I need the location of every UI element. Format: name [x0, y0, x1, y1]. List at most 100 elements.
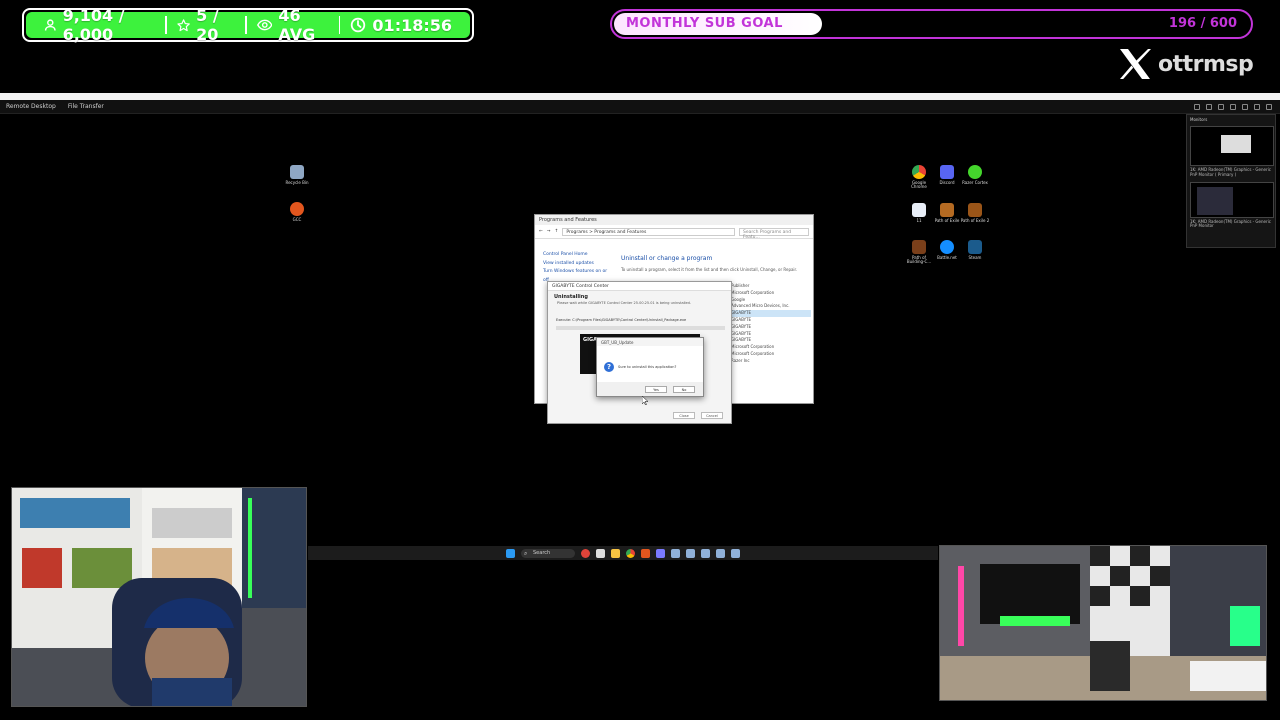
link-control-panel-home[interactable]: Control Panel Home	[543, 251, 613, 260]
tab-file-transfer[interactable]: File Transfer	[68, 103, 104, 110]
list-item[interactable]: Microsoft Corporation	[731, 351, 811, 358]
monitor-thumb-window	[1221, 135, 1251, 153]
viewers-stat: 46 AVG	[247, 6, 339, 44]
back-arrow-icon[interactable]: ←	[539, 229, 543, 234]
window-title: Programs and Features	[535, 215, 813, 225]
desktop-icon-poe2[interactable]: Path of Exile 2	[960, 203, 990, 223]
app-icon[interactable]	[671, 548, 680, 558]
list-item[interactable]: Razer Inc	[731, 358, 811, 365]
desktop-icon-label: Battle.net	[937, 255, 957, 260]
desktop-icon-label: Path of Building-C...	[906, 255, 932, 265]
desktop-icon-chrome[interactable]: Google Chrome	[904, 165, 934, 190]
yes-button[interactable]: Yes	[645, 385, 667, 393]
app-icon[interactable]	[731, 548, 740, 558]
facecam	[11, 487, 307, 707]
app-icon[interactable]	[716, 548, 725, 558]
monitors-panel: Monitors 1K: AMD Radeon(TM) Graphics - G…	[1186, 114, 1276, 248]
monitor-thumb-secondary[interactable]	[1190, 181, 1274, 218]
page-subtext: To uninstall a program, select it from t…	[621, 267, 798, 272]
stats-inner: 9,104 / 6,000 5 / 20 46 AVG 01:18:56	[26, 6, 470, 44]
desktop-icon-gcc[interactable]: GCC	[282, 202, 312, 222]
display-icon[interactable]	[1206, 103, 1212, 110]
desktop-icon-label: Path of Exile	[934, 218, 960, 223]
list-item[interactable]: Advanced Micro Devices, Inc.	[731, 303, 811, 310]
monitor-caption: 1K: AMD Radeon(TM) Graphics - Generic Pn…	[1190, 167, 1271, 177]
no-button[interactable]: No	[673, 385, 695, 393]
up-arrow-icon[interactable]: ↑	[555, 229, 559, 234]
chrome-icon[interactable]	[626, 548, 635, 558]
app-icon[interactable]	[581, 548, 590, 558]
banner-text: GIGA	[583, 337, 597, 343]
uninstaller-buttons: Close Cancel	[673, 412, 723, 419]
start-icon[interactable]	[506, 548, 515, 558]
address-row: ← → ↑ Programs > Programs and Features S…	[535, 225, 813, 240]
link-installed-updates[interactable]: View installed updates	[543, 260, 613, 269]
recycle-bin-icon	[290, 165, 304, 179]
list-item[interactable]: GIGABYTE	[731, 317, 811, 324]
list-item[interactable]: GIGABYTE	[731, 310, 811, 317]
sub-goal-count: 196 / 600	[1168, 16, 1237, 31]
fullscreen-icon[interactable]	[1266, 103, 1272, 110]
desktop-icon-recycle-bin[interactable]: Recycle Bin	[282, 165, 312, 185]
monitor-thumb-window	[1197, 186, 1233, 215]
forward-arrow-icon[interactable]: →	[547, 229, 551, 234]
record-icon[interactable]	[1254, 103, 1260, 110]
remote-desktop-toolbar: Remote Desktop File Transfer	[0, 100, 1280, 114]
taskbar-search[interactable]: ⌕ Search	[521, 548, 575, 558]
desktop-icon-steam[interactable]: Steam	[960, 240, 990, 260]
monitor-thumb-primary[interactable]	[1190, 126, 1274, 166]
chat-icon[interactable]	[1242, 103, 1248, 110]
cancel-button[interactable]: Cancel	[701, 412, 723, 419]
app-icon[interactable]	[596, 548, 605, 558]
uptime-value: 01:18:56	[372, 15, 453, 35]
desktop-icon-discord[interactable]: Discord	[932, 165, 962, 185]
chrome-icon	[912, 165, 926, 179]
tab-remote-desktop[interactable]: Remote Desktop	[6, 103, 56, 110]
desktop-icon-label: Steam	[968, 255, 982, 260]
folder-icon[interactable]	[611, 548, 620, 558]
remote-desktop-titlebar	[0, 93, 1280, 100]
list-item[interactable]: Microsoft Corporation	[731, 344, 811, 351]
stream-stats-bar: 9,104 / 6,000 5 / 20 46 AVG 01:18:56	[22, 6, 474, 44]
list-item[interactable]: Google	[731, 297, 811, 304]
desktop-icon-pob[interactable]: Path of Building-C...	[904, 240, 934, 265]
followers-value: 9,104 / 6,000	[62, 6, 125, 44]
list-item[interactable]: Microsoft Corporation	[731, 290, 811, 297]
list-item[interactable]: Publisher	[731, 283, 811, 290]
avg-viewers-value: 46 AVG	[278, 6, 316, 44]
social-handle-text: ottrmsp	[1158, 51, 1254, 77]
app-icon[interactable]	[701, 548, 710, 558]
monitor-caption: 1K: AMD Radeon(TM) Graphics - Generic Pn…	[1190, 218, 1271, 229]
app-icon[interactable]	[686, 548, 695, 558]
desktop-icon-file[interactable]: 11	[904, 203, 934, 223]
toolbar-actions	[1194, 103, 1280, 110]
settings-icon[interactable]	[1230, 103, 1236, 110]
question-icon: ?	[604, 362, 614, 372]
gcc-icon[interactable]	[641, 548, 650, 558]
program-list: Publisher Microsoft Corporation Google A…	[731, 283, 811, 365]
info-icon[interactable]	[1194, 103, 1200, 110]
list-item[interactable]: GIGABYTE	[731, 324, 811, 331]
keyboard-icon[interactable]	[1218, 103, 1224, 110]
list-item[interactable]: GIGABYTE	[731, 337, 811, 344]
desktop-icon-label: Razer Cortex	[962, 180, 988, 185]
dialog-title: GBT_UB_Update	[597, 338, 703, 346]
poe-icon	[940, 203, 954, 217]
desktop-icon-poe[interactable]: Path of Exile	[932, 203, 962, 223]
desktop-icon-label: 11	[916, 218, 922, 223]
gcc-icon	[290, 202, 304, 216]
uninstall-progress	[556, 326, 725, 330]
followers-stat: 9,104 / 6,000	[34, 6, 165, 44]
desktop-icon-battlenet[interactable]: Battle.net	[932, 240, 962, 260]
uninstaller-path: Execute: C:\Program Files\GIGABYTE\Contr…	[556, 318, 687, 322]
pob-icon	[912, 240, 926, 254]
desktop-icon-razer[interactable]: Razer Cortex	[960, 165, 990, 185]
clock-icon	[351, 17, 366, 33]
app-icon[interactable]	[656, 548, 665, 558]
address-bar[interactable]: Programs > Programs and Features	[562, 227, 735, 236]
close-button[interactable]: Close	[673, 412, 695, 419]
razer-icon	[968, 165, 982, 179]
search-input[interactable]: Search Programs and Featu...	[739, 227, 809, 240]
confirm-dialog: GBT_UB_Update ? Sure to uninstall this a…	[596, 337, 704, 397]
list-item[interactable]: GIGABYTE	[731, 331, 811, 338]
